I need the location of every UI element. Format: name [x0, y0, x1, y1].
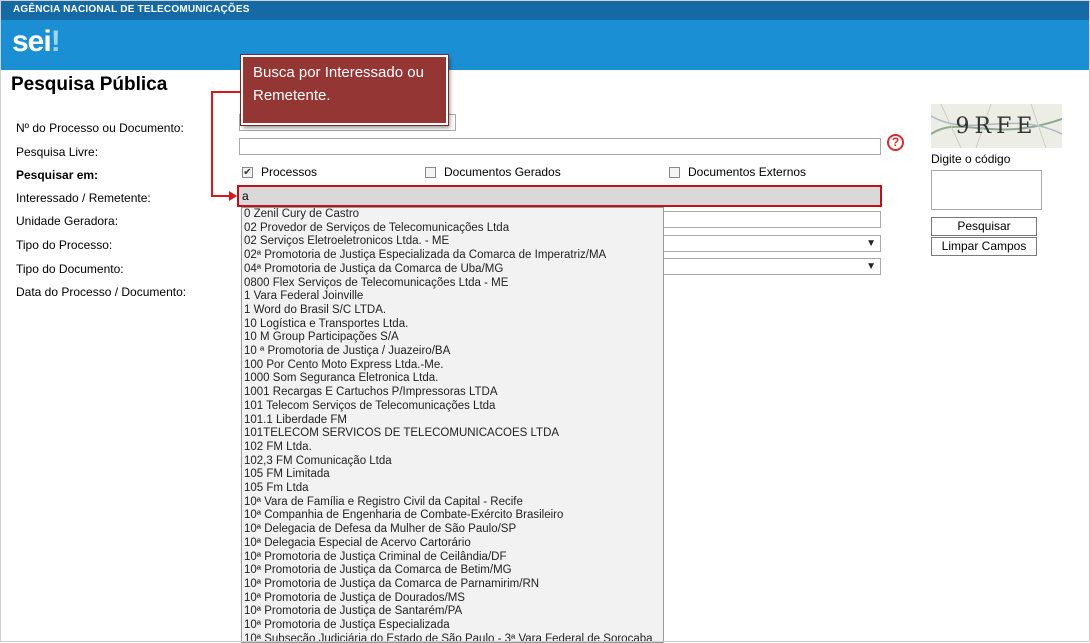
checkbox-documentos-gerados-box[interactable]: [425, 166, 436, 178]
autocomplete-item[interactable]: 0 Zenil Cury de Castro: [242, 208, 663, 222]
top-header: AGÊNCIA NACIONAL DE TELECOMUNICAÇÕES sei…: [0, 0, 1090, 70]
autocomplete-item[interactable]: 10ª Delegacia Especial de Acervo Cartorá…: [242, 537, 663, 551]
autocomplete-item[interactable]: 02 Serviços Eletroeletronicos Ltda. - ME: [242, 235, 663, 249]
autocomplete-item[interactable]: 10ª Companhia de Engenharia de Combate-E…: [242, 509, 663, 523]
autocomplete-item[interactable]: 10ª Promotoria de Justiça da Comarca de …: [242, 564, 663, 578]
autocomplete-item[interactable]: 10ª Vara de Família e Registro Civil da …: [242, 496, 663, 510]
pesquisar-button[interactable]: Pesquisar: [931, 217, 1037, 236]
autocomplete-item[interactable]: 10 ª Promotoria de Justiça / Juazeiro/BA: [242, 345, 663, 359]
unidade-geradora-input[interactable]: [662, 211, 881, 228]
agency-name: AGÊNCIA NACIONAL DE TELECOMUNICAÇÕES: [0, 0, 1090, 20]
autocomplete-item[interactable]: 10 M Group Participações S/A: [242, 331, 663, 345]
callout-arrowhead: [229, 191, 237, 201]
autocomplete-item[interactable]: 0800 Flex Serviços de Telecomunicações L…: [242, 277, 663, 291]
autocomplete-item[interactable]: 10ª Promotoria de Justiça Criminal de Ce…: [242, 551, 663, 565]
autocomplete-item[interactable]: 02ª Promotoria de Justiça Especializada …: [242, 249, 663, 263]
autocomplete-item[interactable]: 04ª Promotoria de Justiça da Comarca de …: [242, 263, 663, 277]
autocomplete-item[interactable]: 02 Provedor de Serviços de Telecomunicaç…: [242, 222, 663, 236]
page-title: Pesquisa Pública: [11, 74, 168, 95]
label-interessado: Interessado / Remetente:: [16, 191, 151, 205]
sei-logo[interactable]: sei!: [12, 22, 61, 62]
autocomplete-list[interactable]: 0 Zenil Cury de Castro 02 Provedor de Ser…: [241, 207, 664, 643]
autocomplete-item[interactable]: 101TELECOM SERVICOS DE TELECOMUNICACOES …: [242, 427, 663, 441]
autocomplete-item[interactable]: 1 Word do Brasil S/C LTDA.: [242, 304, 663, 318]
label-tipo-documento: Tipo do Documento:: [16, 262, 124, 276]
limpar-campos-button[interactable]: Limpar Campos: [931, 237, 1037, 256]
autocomplete-item[interactable]: 105 FM Limitada: [242, 468, 663, 482]
checkbox-documentos-externos[interactable]: Documentos Externos: [669, 165, 806, 179]
chevron-down-icon: ▼: [866, 238, 876, 249]
autocomplete-item[interactable]: 10 Logística e Transportes Ltda.: [242, 318, 663, 332]
help-icon[interactable]: ?: [887, 134, 904, 151]
autocomplete-item[interactable]: 102,3 FM Comunicação Ltda: [242, 455, 663, 469]
autocomplete-item[interactable]: 10ª Subseção Judiciária do Estado de São…: [242, 633, 663, 642]
checkbox-documentos-gerados[interactable]: Documentos Gerados: [425, 165, 561, 179]
autocomplete-item[interactable]: 10ª Promotoria de Justiça de Santarém/PA: [242, 605, 663, 619]
autocomplete-item[interactable]: 1 Vara Federal Joinville: [242, 290, 663, 304]
label-pesquisa-livre: Pesquisa Livre:: [16, 145, 99, 159]
label-pesquisar-em: Pesquisar em:: [16, 168, 99, 182]
autocomplete-item[interactable]: 101.1 Liberdade FM: [242, 414, 663, 428]
label-numero: Nº do Processo ou Documento:: [16, 121, 184, 135]
checkbox-documentos-gerados-label: Documentos Gerados: [444, 165, 561, 179]
tipo-processo-select[interactable]: ▼: [662, 235, 881, 252]
autocomplete-item[interactable]: 100 Por Cento Moto Express Ltda.-Me.: [242, 359, 663, 373]
autocomplete-item[interactable]: 1000 Som Seguranca Eletronica Ltda.: [242, 372, 663, 386]
logo-mark: !: [50, 25, 61, 58]
captcha-label: Digite o código: [931, 152, 1011, 166]
captcha-input[interactable]: [931, 170, 1042, 210]
checkbox-processos-label: Processos: [261, 165, 318, 179]
autocomplete-item[interactable]: 102 FM Ltda.: [242, 441, 663, 455]
checkbox-processos[interactable]: ✔ Processos: [242, 165, 317, 179]
pesquisa-livre-input[interactable]: [239, 138, 881, 155]
logo-text: sei: [12, 25, 52, 58]
tipo-documento-select[interactable]: ▼: [662, 258, 881, 275]
label-unidade: Unidade Geradora:: [16, 214, 119, 228]
label-data: Data do Processo / Documento:: [16, 285, 187, 299]
interessado-input[interactable]: a: [237, 185, 882, 207]
checkbox-documentos-externos-box[interactable]: [669, 166, 680, 178]
autocomplete-item[interactable]: 10ª Promotoria de Justiça da Comarca de …: [242, 578, 663, 592]
autocomplete-item[interactable]: 10ª Promotoria de Justiça de Dourados/MS: [242, 592, 663, 606]
autocomplete-item[interactable]: 105 Fm Ltda: [242, 482, 663, 496]
chevron-down-icon: ▼: [866, 261, 876, 272]
callout-box: Busca por Interessado ou Remetente.: [241, 55, 448, 125]
callout-line: [211, 91, 241, 197]
autocomplete-item[interactable]: 10ª Promotoria de Justiça Especializada: [242, 619, 663, 633]
checkbox-processos-box[interactable]: ✔: [242, 166, 253, 178]
autocomplete-item[interactable]: 1001 Recargas E Cartuchos P/Impressoras …: [242, 386, 663, 400]
checkbox-documentos-externos-label: Documentos Externos: [688, 165, 807, 179]
autocomplete-item[interactable]: 101 Telecom Serviços de Telecomunicações…: [242, 400, 663, 414]
captcha-image: 9RFE: [931, 104, 1062, 148]
autocomplete-item[interactable]: 10ª Delegacia de Defesa da Mulher de São…: [242, 523, 663, 537]
captcha-code: 9RFE: [955, 114, 1038, 139]
label-tipo-processo: Tipo do Processo:: [16, 238, 113, 252]
